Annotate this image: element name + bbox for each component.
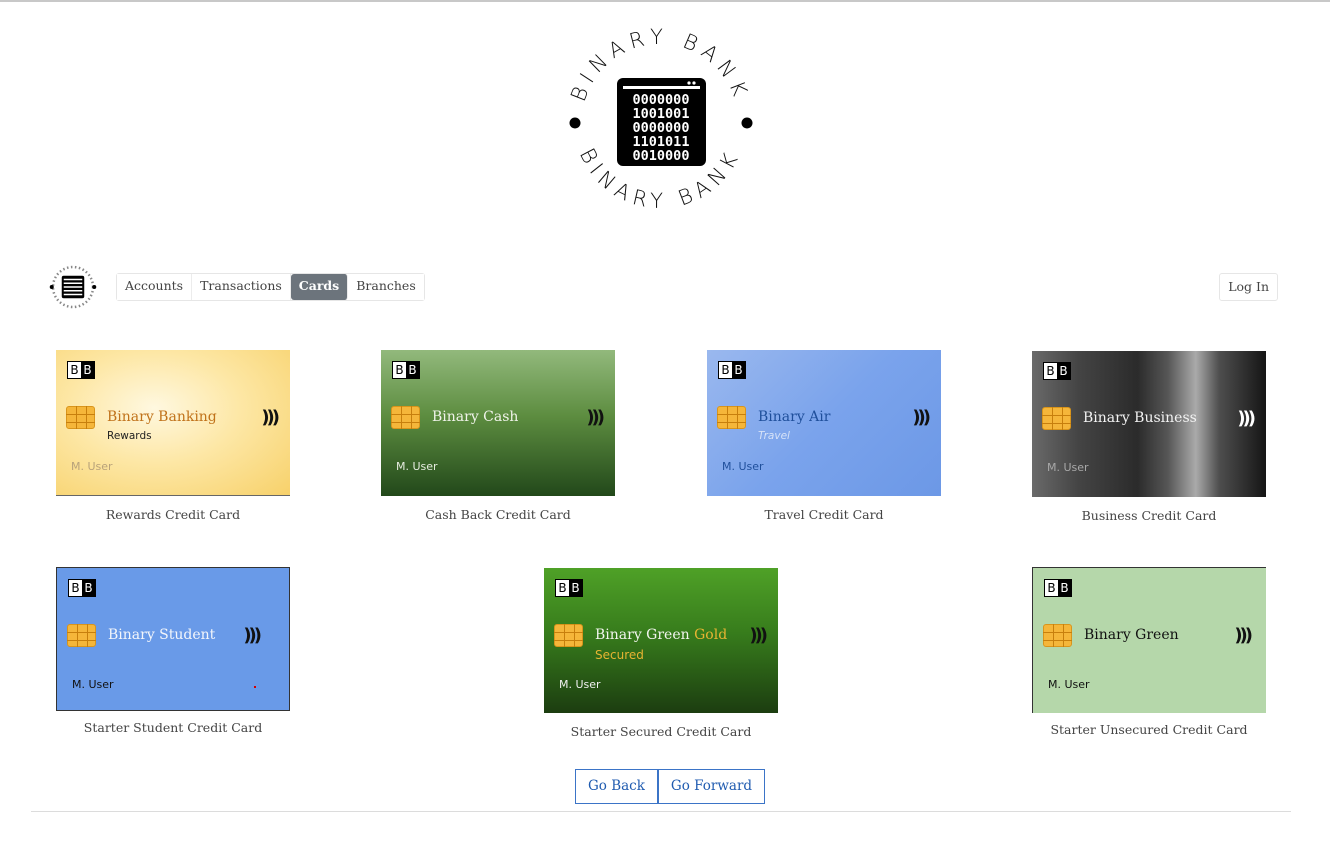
card-caption: Business Credit Card	[1081, 508, 1217, 523]
login-button[interactable]: Log In	[1219, 273, 1278, 301]
bb-mark: BB	[1043, 362, 1071, 380]
main-menu: Accounts Transactions Cards Branches	[116, 273, 425, 301]
card-name: Binary Air	[758, 409, 831, 425]
nav-accounts[interactable]: Accounts	[117, 274, 193, 300]
contactless-icon: )))	[261, 407, 280, 428]
card-item-travel: BB Binary Air Travel ))) M. User Travel …	[707, 350, 941, 522]
chip-icon	[1043, 624, 1072, 647]
binary-bank-logo: BINARY BANK BINARY BANK 0000000 1001001 …	[566, 25, 753, 213]
nav-transactions[interactable]: Transactions	[192, 274, 291, 300]
card-holder: M. User	[72, 678, 114, 691]
nav-branches[interactable]: Branches	[348, 274, 424, 300]
top-border	[0, 0, 1330, 2]
chip-icon	[554, 624, 583, 647]
card-holder: M. User	[1048, 678, 1090, 691]
bb-mark: BB	[555, 579, 583, 597]
card-holder: M. User	[722, 460, 764, 473]
secured-card-image[interactable]: BB Binary Green Gold Secured ))) M. User	[544, 568, 778, 713]
card-subtitle: Rewards	[107, 430, 152, 442]
nav-home-logo[interactable]	[48, 262, 98, 312]
card-holder: M. User	[396, 460, 438, 473]
go-forward-button[interactable]: Go Forward	[657, 769, 766, 804]
card-holder: M. User	[1047, 461, 1089, 474]
cash-back-card-image[interactable]: BB Binary Cash ))) M. User	[381, 350, 615, 496]
rewards-card-image[interactable]: BB Binary Banking Rewards ))) M. User	[56, 350, 290, 496]
card-name: Binary Banking	[107, 409, 217, 425]
travel-card-image[interactable]: BB Binary Air Travel ))) M. User	[707, 350, 941, 496]
go-back-button[interactable]: Go Back	[575, 769, 658, 804]
card-item-business: BB Binary Business ))) M. User Business …	[1032, 351, 1266, 523]
card-subtitle: Travel	[758, 430, 790, 442]
navbar: Accounts Transactions Cards Branches Log…	[48, 262, 1278, 312]
card-holder: M. User	[71, 460, 113, 473]
contactless-icon: )))	[912, 407, 931, 428]
card-name: Binary Business	[1083, 410, 1197, 426]
card-caption: Cash Back Credit Card	[425, 507, 571, 522]
logo-dot-left	[569, 117, 581, 129]
card-caption: Starter Unsecured Credit Card	[1050, 722, 1248, 737]
student-card-image[interactable]: BB Binary Student ))) M. User	[56, 567, 290, 711]
contactless-icon: )))	[749, 625, 768, 646]
card-caption: Rewards Credit Card	[105, 507, 241, 522]
card-subtitle: Secured	[595, 648, 644, 662]
card-name: Binary Cash	[432, 409, 519, 425]
chip-icon	[391, 406, 420, 429]
contactless-icon: )))	[1237, 408, 1256, 429]
chip-icon	[67, 624, 96, 647]
card-item-unsecured: BB Binary Green ))) M. User Starter Unse…	[1032, 567, 1266, 737]
card-item-rewards: BB Binary Banking Rewards ))) M. User Re…	[56, 350, 290, 522]
binary-row: 0010000	[633, 148, 690, 164]
card-name: Binary Green Gold	[595, 627, 728, 643]
bb-mark: BB	[392, 361, 420, 379]
card-caption: Starter Student Credit Card	[83, 720, 263, 735]
card-caption: Travel Credit Card	[764, 507, 884, 522]
card-caption: Starter Secured Credit Card	[570, 724, 752, 739]
card-name: Binary Student	[108, 627, 216, 643]
chip-icon	[717, 406, 746, 429]
bb-mark: BB	[718, 361, 746, 379]
bb-mark: BB	[1044, 579, 1072, 597]
contactless-icon: )))	[586, 407, 605, 428]
bb-mark: BB	[67, 361, 95, 379]
unsecured-card-image[interactable]: BB Binary Green ))) M. User	[1032, 567, 1266, 713]
card-item-student: BB Binary Student ))) M. User Starter St…	[56, 567, 290, 735]
pagination: Go Back Go Forward	[575, 769, 766, 804]
card-holder: M. User	[559, 678, 601, 691]
contactless-icon: )))	[243, 625, 262, 646]
contactless-icon: )))	[1234, 625, 1253, 646]
card-name: Binary Green	[1084, 627, 1179, 643]
card-item-cash-back: BB Binary Cash ))) M. User Cash Back Cre…	[381, 350, 615, 522]
logo-dot-right	[741, 117, 753, 129]
nav-cards[interactable]: Cards	[290, 274, 349, 300]
bb-mark: BB	[68, 579, 96, 597]
business-card-image[interactable]: BB Binary Business ))) M. User	[1032, 351, 1266, 497]
red-dot	[254, 686, 256, 688]
card-item-secured: BB Binary Green Gold Secured ))) M. User…	[544, 568, 778, 739]
chip-icon	[66, 406, 95, 429]
chip-icon	[1042, 407, 1071, 430]
footer-divider	[31, 811, 1291, 812]
